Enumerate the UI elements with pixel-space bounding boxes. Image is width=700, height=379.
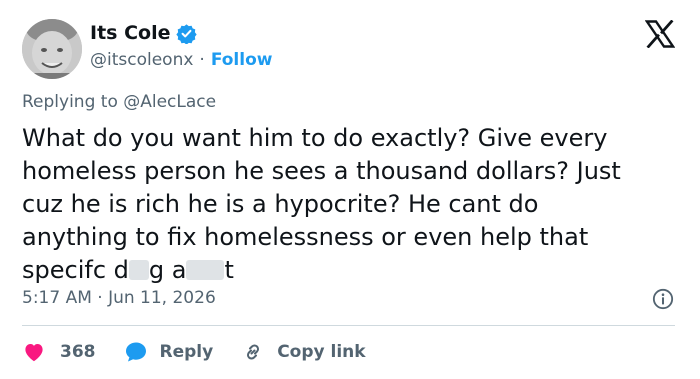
info-icon[interactable]: [652, 288, 674, 310]
copy-link-button[interactable]: Copy link: [241, 340, 366, 364]
censor-blur: [128, 260, 149, 280]
tweet-text-part: t: [224, 256, 234, 284]
author-name-row: Its Cole: [90, 20, 198, 46]
replying-to[interactable]: Replying to @AlecLace: [22, 92, 216, 116]
like-button[interactable]: 368: [22, 340, 96, 364]
reply-label: Reply: [159, 342, 214, 362]
avatar[interactable]: [22, 19, 82, 79]
tweet-text-part: g a: [148, 256, 187, 284]
reply-button[interactable]: Reply: [124, 340, 214, 364]
tweet-text: What do you want him to do exactly? Give…: [22, 122, 682, 287]
x-logo-icon[interactable]: [645, 20, 675, 48]
heart-icon: [25, 344, 43, 362]
divider: [22, 325, 675, 326]
tweet-line: cuz he is rich he is a hypocrite? He can…: [22, 190, 539, 218]
like-count: 368: [60, 342, 96, 362]
verified-badge-icon: [176, 23, 198, 44]
tweet-line: anything to fix homelessness or even hel…: [22, 223, 589, 251]
reply-bubble-icon: [125, 342, 146, 362]
tweet-text-part: specifc d: [22, 256, 129, 284]
copy-link-label: Copy link: [277, 342, 366, 362]
author-handle[interactable]: @itscoleonx: [90, 50, 193, 70]
separator-dot: ·: [199, 50, 205, 70]
author-display-name[interactable]: Its Cole: [90, 22, 170, 44]
link-icon: [247, 344, 260, 360]
tweet-line: What do you want him to do exactly? Give…: [22, 124, 608, 152]
censor-blur: [186, 260, 225, 280]
follow-button[interactable]: Follow: [211, 50, 273, 70]
author-handle-row: @itscoleonx · Follow: [90, 48, 272, 72]
tweet-timestamp[interactable]: 5:17 AM · Jun 11, 2026: [22, 288, 216, 312]
tweet-line: specifc d g a t: [22, 254, 682, 287]
tweet-actions: 368 Reply Copy link: [22, 338, 394, 366]
tweet-line: homeless person he sees a thousand dolla…: [22, 157, 621, 185]
